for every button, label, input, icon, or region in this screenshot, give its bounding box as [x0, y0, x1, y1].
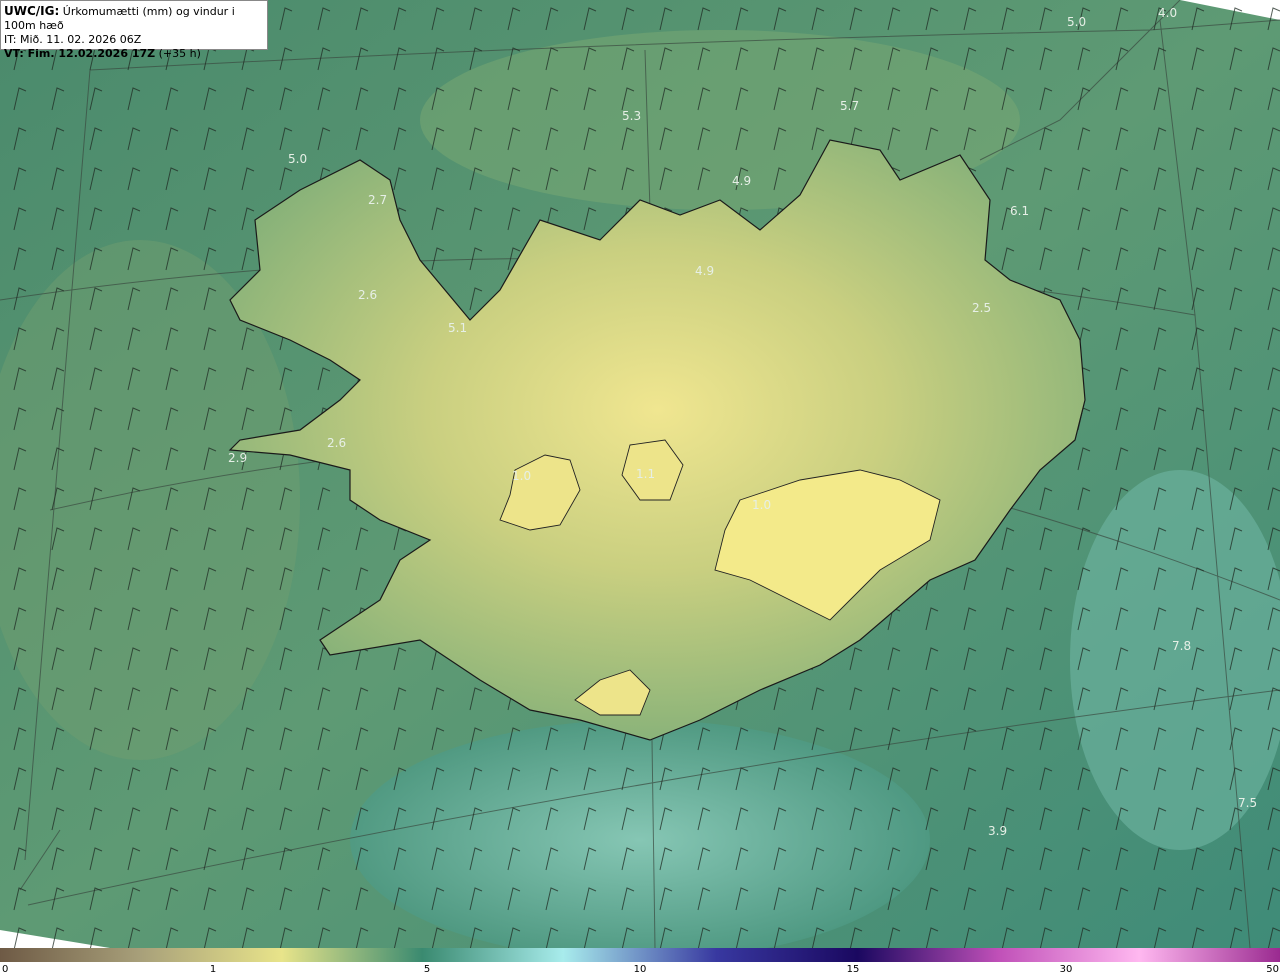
map-value: 4.0: [1158, 6, 1177, 20]
map-value: 4.9: [732, 174, 751, 188]
colorbar-tick: 5: [423, 964, 431, 975]
map-value: 2.9: [228, 451, 247, 465]
colorbar-tick: 15: [846, 964, 860, 975]
init-time: IT: Mið. 11. 02. 2026 06Z: [4, 33, 142, 46]
map-value: 5.3: [622, 109, 641, 123]
map-value: 1.0: [752, 498, 771, 512]
forecast-lead: (+35 h): [158, 47, 201, 60]
map-value: 2.6: [358, 288, 377, 302]
precipitation-wind-map: 4.0 5.0 5.3 5.7 5.0 4.9 2.7 6.1 4.9 2.6 …: [0, 0, 1280, 948]
map-value: 1.0: [512, 469, 531, 483]
map-value: 7.8: [1172, 639, 1191, 653]
map-value: 6.1: [1010, 204, 1029, 218]
colorbar-tick: 30: [1059, 964, 1073, 975]
valid-time-line: VT: Fim. 12.02.2026 17Z (+35 h): [4, 47, 267, 61]
map-value: 5.0: [1067, 15, 1086, 29]
map-value: 5.0: [288, 152, 307, 166]
valid-time: VT: Fim. 12.02.2026 17Z: [4, 47, 156, 60]
map-value: 4.9: [695, 264, 714, 278]
map-value: 5.7: [840, 99, 859, 113]
map-value: 5.1: [448, 321, 467, 335]
colorbar-tick: 50: [1266, 964, 1279, 975]
colorbar-legend: 0 1 5 10 15 30 50: [0, 948, 1280, 978]
map-value: 2.5: [972, 301, 991, 315]
map-value: 2.7: [368, 193, 387, 207]
map-value: 3.9: [988, 824, 1007, 838]
map-value: 2.6: [327, 436, 346, 450]
colorbar-tick: 1: [209, 964, 217, 975]
colorbar-tick: 0: [2, 964, 9, 975]
header-title-line: UWC/IG: Úrkomumætti (mm) og vindur i 100…: [4, 4, 267, 33]
map-value: 1.1: [636, 467, 655, 481]
colorbar-strip: [0, 948, 1280, 962]
colorbar-tick: 10: [633, 964, 647, 975]
map-value: 7.5: [1238, 796, 1257, 810]
map-header-box: UWC/IG: Úrkomumætti (mm) og vindur i 100…: [0, 0, 268, 60]
model-name: UWC/IG:: [4, 4, 60, 18]
